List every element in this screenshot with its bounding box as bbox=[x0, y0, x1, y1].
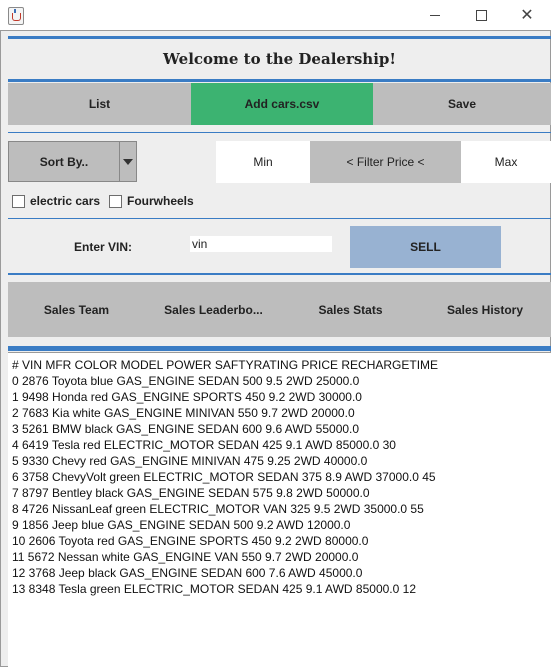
checkbox-box[interactable] bbox=[12, 194, 25, 208]
output-line: 2 7683 Kia white GAS_ENGINE MINIVAN 550 … bbox=[12, 406, 355, 420]
java-cup-icon bbox=[8, 7, 24, 25]
page-title: Welcome to the Dealership! bbox=[163, 50, 396, 68]
close-icon: ✕ bbox=[520, 5, 534, 24]
sales-leaderboard-button[interactable]: Sales Leaderbo... bbox=[145, 282, 282, 337]
sort-by-dropdown[interactable]: Sort By.. bbox=[8, 141, 137, 182]
output-line: 1 9498 Honda red GAS_ENGINE SPORTS 450 9… bbox=[12, 390, 362, 404]
electric-cars-checkbox[interactable]: electric cars bbox=[12, 194, 100, 208]
minimize-icon bbox=[430, 14, 440, 16]
title-bar: ✕ bbox=[0, 0, 551, 30]
sales-stats-button[interactable]: Sales Stats bbox=[282, 282, 419, 337]
output-line: 12 3768 Jeep black GAS_ENGINE SEDAN 600 … bbox=[12, 566, 363, 580]
separator bbox=[8, 273, 551, 275]
sort-by-label: Sort By.. bbox=[39, 154, 89, 169]
separator bbox=[8, 218, 551, 219]
output-line: 0 2876 Toyota blue GAS_ENGINE SEDAN 500 … bbox=[12, 374, 360, 388]
dropdown-arrow-button[interactable] bbox=[119, 142, 136, 181]
max-price-field[interactable]: Max bbox=[461, 141, 551, 183]
sell-button[interactable]: SELL bbox=[350, 226, 501, 268]
separator bbox=[8, 346, 551, 351]
list-button[interactable]: List bbox=[8, 83, 191, 125]
electric-cars-label: electric cars bbox=[30, 194, 101, 208]
output-line: 6 3758 ChevyVolt green ELECTRIC_MOTOR SE… bbox=[12, 470, 436, 484]
maximize-icon bbox=[475, 9, 487, 21]
separator bbox=[8, 79, 551, 82]
enter-vin-label: Enter VIN: bbox=[74, 240, 133, 254]
chevron-down-icon bbox=[123, 158, 133, 165]
min-price-field[interactable]: Min bbox=[216, 141, 310, 183]
maximize-button[interactable] bbox=[458, 0, 504, 30]
minimize-button[interactable] bbox=[412, 0, 458, 30]
fourwheels-checkbox[interactable]: Fourwheels bbox=[109, 194, 194, 208]
fourwheels-label: Fourwheels bbox=[127, 194, 194, 208]
separator bbox=[8, 132, 551, 133]
output-line: # VIN MFR COLOR MODEL POWER SAFTYRATING … bbox=[12, 358, 439, 372]
checkbox-box[interactable] bbox=[109, 194, 122, 208]
sales-team-button[interactable]: Sales Team bbox=[8, 282, 145, 337]
sales-history-button[interactable]: Sales History bbox=[419, 282, 551, 337]
separator bbox=[8, 36, 551, 39]
output-line: 9 1856 Jeep blue GAS_ENGINE SEDAN 500 9.… bbox=[12, 518, 351, 532]
output-line: 5 9330 Chevy red GAS_ENGINE MINIVAN 475 … bbox=[12, 454, 368, 468]
add-cars-csv-button[interactable]: Add cars.csv bbox=[191, 83, 373, 125]
output-line: 3 5261 BMW black GAS_ENGINE SEDAN 600 9.… bbox=[12, 422, 360, 436]
output-line: 13 8348 Tesla green ELECTRIC_MOTOR SEDAN… bbox=[12, 582, 416, 596]
output-line: 11 5672 Nessan white GAS_ENGINE VAN 550 … bbox=[12, 550, 359, 564]
save-button[interactable]: Save bbox=[373, 83, 551, 125]
inventory-output-textarea[interactable]: # VIN MFR COLOR MODEL POWER SAFTYRATING … bbox=[8, 352, 551, 667]
app-window: ✕ Welcome to the Dealership! List Add ca… bbox=[0, 0, 551, 667]
vin-input[interactable] bbox=[190, 236, 332, 252]
close-button[interactable]: ✕ bbox=[504, 0, 550, 30]
output-line: 10 2606 Toyota red GAS_ENGINE SPORTS 450… bbox=[12, 534, 369, 548]
output-line: 8 4726 NissanLeaf green ELECTRIC_MOTOR V… bbox=[12, 502, 424, 516]
filter-price-button[interactable]: < Filter Price < bbox=[310, 141, 461, 183]
output-line: 7 8797 Bentley black GAS_ENGINE SEDAN 57… bbox=[12, 486, 370, 500]
output-line: 4 6419 Tesla red ELECTRIC_MOTOR SEDAN 42… bbox=[12, 438, 396, 452]
